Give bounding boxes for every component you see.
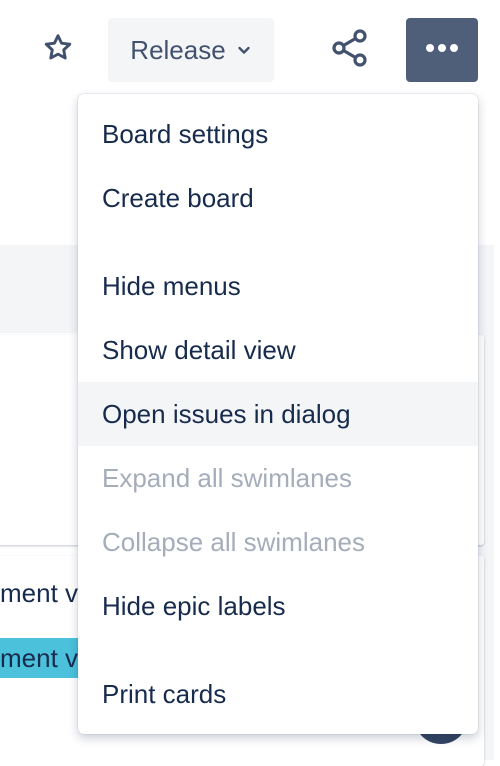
release-button-label: Release — [130, 34, 226, 65]
board-actions-menu: Board settings Create board Hide menus S… — [78, 94, 478, 734]
card-summary-text: ment v — [0, 578, 79, 608]
menu-item-hide-epic-labels[interactable]: Hide epic labels — [78, 574, 478, 638]
star-button[interactable] — [30, 20, 86, 80]
menu-item-collapse-all-swimlanes: Collapse all swimlanes — [102, 527, 365, 557]
chevron-down-icon — [236, 42, 252, 58]
star-icon — [42, 32, 74, 69]
menu-divider — [78, 638, 478, 662]
menu-item-board-settings[interactable]: Board settings — [78, 102, 478, 166]
menu-item-print-cards[interactable]: Print cards — [78, 662, 478, 726]
menu-item-create-board[interactable]: Create board — [78, 166, 478, 230]
release-button[interactable]: Release — [108, 18, 274, 82]
menu-divider — [78, 230, 478, 254]
more-horizontal-icon — [424, 41, 460, 59]
menu-item-hide-menus[interactable]: Hide menus — [78, 254, 478, 318]
menu-item-expand-all-swimlanes: Expand all swimlanes — [102, 463, 353, 493]
menu-item-open-issues-in-dialog[interactable]: Open issues in dialog — [78, 382, 478, 446]
menu-item-show-detail-view[interactable]: Show detail view — [78, 318, 478, 382]
share-icon — [330, 28, 370, 73]
card-epic-label: ment v — [0, 638, 82, 678]
more-actions-button[interactable] — [406, 18, 478, 82]
share-button[interactable] — [322, 20, 378, 80]
